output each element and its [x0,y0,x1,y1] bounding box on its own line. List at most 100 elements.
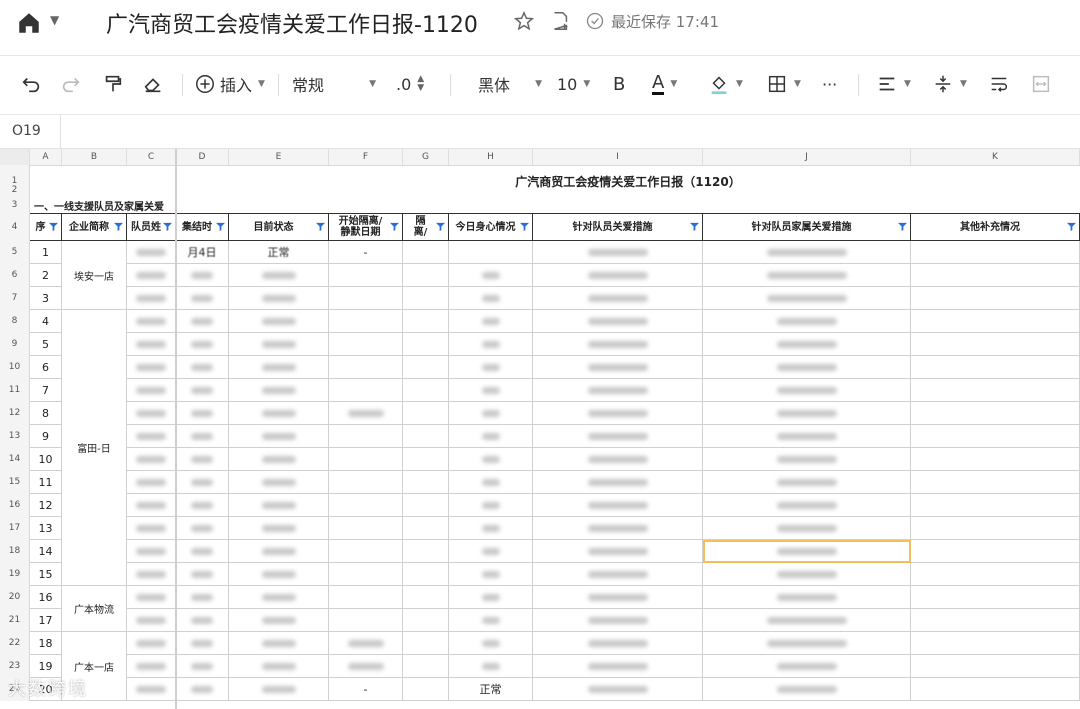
data-cell[interactable] [533,425,703,448]
data-cell[interactable] [329,494,403,517]
row-header-3[interactable]: 3 [0,198,30,213]
column-header-i[interactable]: I [533,149,703,165]
data-cell[interactable] [329,356,403,379]
filter-icon[interactable] [690,222,699,231]
filter-icon[interactable] [163,222,172,231]
data-cell[interactable] [329,586,403,609]
row-header-9[interactable]: 9 [0,333,30,356]
font-color-button[interactable]: A ▼ [652,72,677,96]
data-cell[interactable] [703,264,911,287]
data-cell[interactable] [176,287,229,310]
data-cell[interactable] [911,402,1080,425]
data-cell[interactable] [127,448,176,471]
data-cell[interactable] [703,333,911,356]
data-cell[interactable] [533,586,703,609]
horizontal-align-button[interactable]: ▼ [876,72,911,96]
header-cell-9[interactable]: 针对队员关爱措施 [533,213,703,241]
select-all-corner[interactable] [0,149,30,165]
font-family-select[interactable]: 黑体 ▼ [478,72,542,96]
company-cell[interactable]: 埃安一店 [62,241,127,310]
data-cell[interactable] [229,494,329,517]
data-cell[interactable]: 正常 [229,241,329,264]
data-cell[interactable] [229,540,329,563]
data-cell[interactable] [127,310,176,333]
merge-cells-button[interactable] [1030,72,1052,96]
header-cell-7[interactable]: 隔离/ [403,213,449,241]
redo-button[interactable] [60,72,82,96]
cell-reference[interactable]: O19 [12,123,41,139]
data-cell[interactable] [403,609,449,632]
decimal-stepper[interactable]: .0 ▲ ▼ [396,72,424,96]
data-cell[interactable] [449,425,533,448]
header-cell-10[interactable]: 针对队员家属关爱措施 [703,213,911,241]
data-cell[interactable] [703,678,911,701]
data-cell[interactable] [403,356,449,379]
data-cell[interactable] [533,379,703,402]
data-cell[interactable] [229,379,329,402]
data-cell[interactable] [449,356,533,379]
data-cell[interactable] [329,310,403,333]
sequence-cell[interactable]: 3 [30,287,62,310]
data-cell[interactable] [403,471,449,494]
data-cell[interactable] [329,563,403,586]
data-cell[interactable] [176,632,229,655]
header-cell-5[interactable]: 目前状态 [229,213,329,241]
data-cell[interactable] [533,517,703,540]
star-icon[interactable] [513,10,535,32]
sequence-cell[interactable]: 13 [30,517,62,540]
data-cell[interactable]: - [329,241,403,264]
undo-button[interactable] [20,72,42,96]
format-painter-button[interactable] [102,72,124,96]
data-cell[interactable] [703,655,911,678]
data-cell[interactable] [703,471,911,494]
data-cell[interactable] [329,448,403,471]
sequence-cell[interactable]: 16 [30,586,62,609]
selected-cell[interactable] [703,540,911,563]
data-cell[interactable] [533,333,703,356]
data-cell[interactable] [449,379,533,402]
data-cell[interactable] [449,494,533,517]
data-cell[interactable] [449,471,533,494]
header-cell-6[interactable]: 开始隔离/静默日期 [329,213,403,241]
data-cell[interactable] [229,287,329,310]
data-cell[interactable] [533,609,703,632]
data-cell[interactable] [703,310,911,333]
data-cell[interactable] [229,609,329,632]
data-cell[interactable] [403,448,449,471]
header-cell-1[interactable]: 序 [30,213,62,241]
data-cell[interactable] [449,241,533,264]
data-cell[interactable] [329,379,403,402]
data-cell[interactable] [911,425,1080,448]
data-cell[interactable] [329,517,403,540]
bold-button[interactable]: B [613,72,625,96]
data-cell[interactable] [403,517,449,540]
data-cell[interactable] [229,563,329,586]
sequence-cell[interactable]: 5 [30,333,62,356]
data-cell[interactable] [703,241,911,264]
row-header-2[interactable]: 2 [0,183,30,198]
row-header-11[interactable]: 11 [0,379,30,402]
row-header-15[interactable]: 15 [0,471,30,494]
data-cell[interactable] [229,448,329,471]
row-header-14[interactable]: 14 [0,448,30,471]
data-cell[interactable] [176,425,229,448]
sequence-cell[interactable]: 6 [30,356,62,379]
more-button[interactable]: ··· [822,72,837,96]
data-cell[interactable] [449,448,533,471]
data-cell[interactable] [449,264,533,287]
filter-icon[interactable] [436,222,445,231]
company-cell[interactable]: 广本物流 [62,586,127,632]
column-header-j[interactable]: J [703,149,911,165]
data-cell[interactable] [403,241,449,264]
insert-button[interactable]: 插入 ▼ [194,72,265,96]
data-cell[interactable] [403,264,449,287]
data-cell[interactable] [533,540,703,563]
data-cell[interactable] [911,609,1080,632]
row-header-21[interactable]: 21 [0,609,30,632]
data-cell[interactable] [229,517,329,540]
data-cell[interactable] [403,678,449,701]
data-cell[interactable] [911,678,1080,701]
data-cell[interactable] [533,448,703,471]
data-cell[interactable] [176,563,229,586]
data-cell[interactable] [127,333,176,356]
